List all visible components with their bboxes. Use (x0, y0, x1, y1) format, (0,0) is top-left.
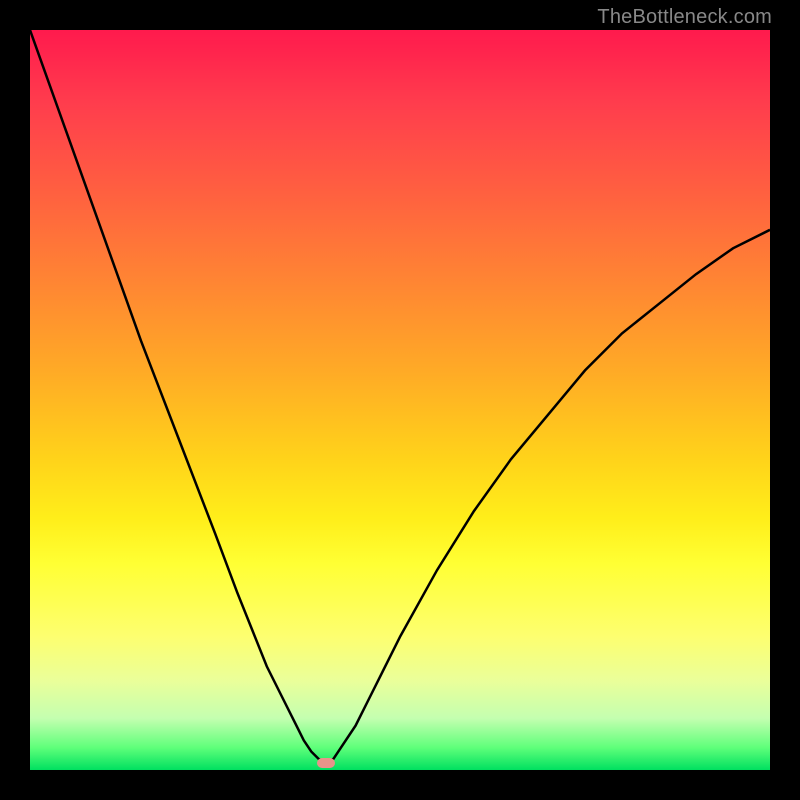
watermark-text: TheBottleneck.com (597, 6, 772, 29)
bottleneck-curve (30, 30, 770, 763)
chart-svg (30, 30, 770, 770)
minimum-marker (317, 758, 335, 768)
